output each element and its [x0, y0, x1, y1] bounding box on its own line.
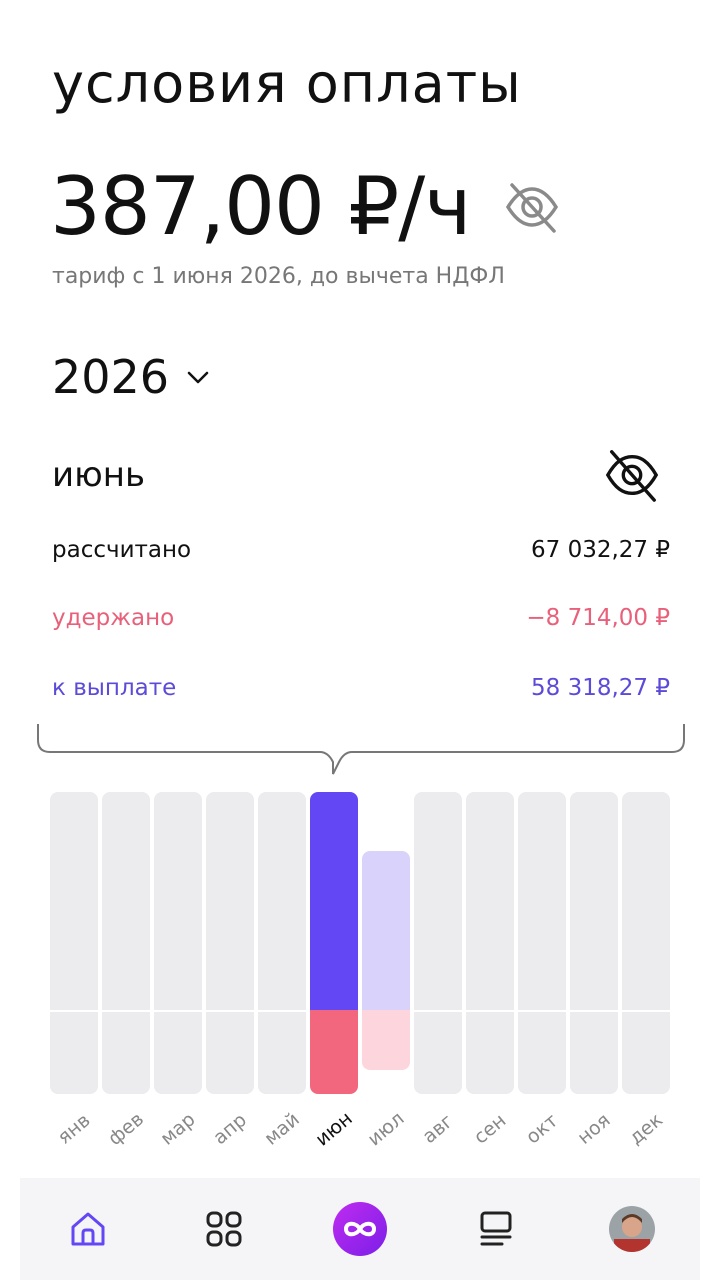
year-value: 2026 — [52, 350, 170, 404]
rate-row: 387,00 ₽/ч — [50, 160, 564, 253]
rate-note: тариф с 1 июня 2026, до вычета НДФЛ — [52, 264, 505, 289]
chart-bar-май[interactable] — [258, 792, 306, 1094]
chart-bar-окт[interactable] — [518, 792, 566, 1094]
month-label: сен — [469, 1109, 511, 1149]
month-label: апр — [209, 1108, 251, 1150]
chart-bar-мар[interactable] — [154, 792, 202, 1094]
month-label: июл — [363, 1107, 409, 1151]
month-label: авг — [418, 1110, 458, 1148]
month-label: ноя — [573, 1109, 615, 1149]
bar-deduction-segment — [310, 1010, 358, 1094]
hide-amounts-button[interactable] — [602, 445, 662, 505]
month-labels: янв фев мар апр май июн июл авг сен окт ноя дек — [50, 1107, 670, 1168]
row-value: 67 032,27 ₽ — [531, 537, 670, 563]
month-name: июнь — [52, 455, 145, 495]
chart-bar-сен[interactable] — [466, 792, 514, 1094]
nav-profile[interactable] — [602, 1199, 662, 1259]
bar-divider — [518, 1010, 566, 1012]
home-icon — [71, 1212, 105, 1246]
bar-divider — [258, 1010, 306, 1012]
nav-services[interactable] — [194, 1199, 254, 1259]
bar-divider — [50, 1010, 98, 1012]
eye-off-icon — [506, 182, 559, 233]
month-header: июнь — [52, 445, 662, 505]
bar-divider — [570, 1010, 618, 1012]
month-label: мар — [156, 1108, 200, 1150]
chart-bar-фев[interactable] — [102, 792, 150, 1094]
summary-row-calculated: рассчитано 67 032,27 ₽ — [52, 537, 670, 563]
month-label: окт — [521, 1109, 563, 1149]
chart-bar-апр[interactable] — [206, 792, 254, 1094]
nav-home[interactable] — [58, 1199, 118, 1259]
bar-divider — [622, 1010, 670, 1012]
monthly-chart — [50, 792, 670, 1094]
bottom-navigation — [20, 1178, 700, 1280]
row-label: удержано — [52, 605, 175, 631]
nav-documents[interactable] — [466, 1199, 526, 1259]
infinity-icon — [333, 1202, 387, 1256]
row-label: к выплате — [52, 675, 177, 701]
bar-divider — [206, 1010, 254, 1012]
nav-center[interactable] — [330, 1199, 390, 1259]
month-label: май — [260, 1108, 304, 1150]
month-label: янв — [53, 1109, 95, 1149]
bar-divider — [102, 1010, 150, 1012]
month-label: июн — [311, 1107, 357, 1151]
bar-divider — [154, 1010, 202, 1012]
profile-avatar — [609, 1206, 655, 1252]
chart-bar-авг[interactable] — [414, 792, 462, 1094]
year-selector[interactable]: 2026 — [52, 350, 211, 404]
chevron-down-icon — [187, 371, 209, 384]
chart-bar-янв[interactable] — [50, 792, 98, 1094]
row-label: рассчитано — [52, 537, 192, 563]
hide-rate-button[interactable] — [500, 175, 564, 239]
row-value: 58 318,27 ₽ — [531, 675, 670, 701]
bar-payout-segment — [310, 792, 358, 1010]
eye-off-icon — [605, 450, 659, 502]
chart-bar-ноя[interactable] — [570, 792, 618, 1094]
month-label: дек — [625, 1108, 667, 1150]
summary-row-withheld: удержано −8 714,00 ₽ — [52, 605, 670, 631]
apps-grid-icon — [206, 1211, 242, 1247]
document-list-icon — [480, 1211, 512, 1246]
summary-row-payout: к выплате 58 318,27 ₽ — [52, 675, 670, 701]
chart-bar-июн[interactable] — [310, 792, 358, 1094]
page-title: условия оплаты — [52, 52, 522, 115]
hourly-rate: 387,00 ₽/ч — [50, 160, 471, 253]
month-label: фев — [103, 1107, 149, 1151]
bar-divider — [414, 1010, 462, 1012]
row-value: −8 714,00 ₽ — [526, 605, 670, 631]
chart-bar-дек[interactable] — [622, 792, 670, 1094]
selection-brace — [37, 724, 685, 775]
chart-bar-июл[interactable] — [362, 850, 410, 1070]
bar-projected-segment — [362, 850, 410, 1010]
bar-projected-deduction — [362, 1009, 410, 1070]
bar-divider — [466, 1010, 514, 1012]
